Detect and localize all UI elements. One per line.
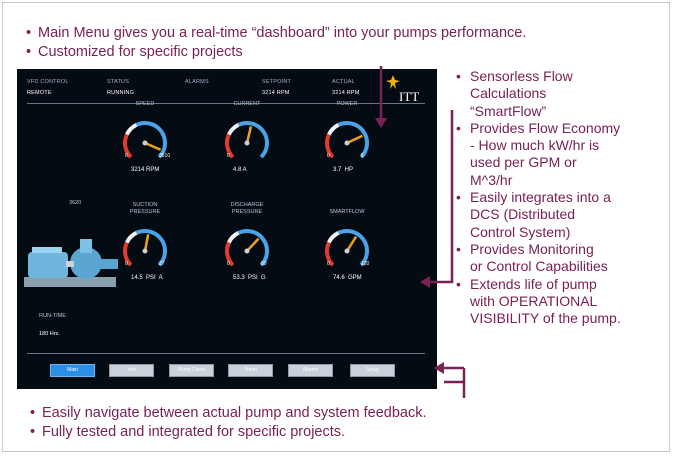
side-bullet-item: • Sensorless Flow Calculations “SmartFlow… — [456, 68, 668, 120]
side-bullet-text: Easily integrates into a DCS (Distribute… — [470, 189, 611, 240]
side-bullet-text: Sensorless Flow Calculations “SmartFlow” — [470, 68, 573, 119]
side-bullet-item: • Provides Flow Economy - How much kW/hr … — [456, 120, 668, 189]
side-bullet-list: • Sensorless Flow Calculations “SmartFlow… — [456, 68, 668, 327]
bullet-item: • Fully tested and integrated for specifi… — [30, 424, 346, 440]
bullet-text: Fully tested and integrated for specific… — [42, 424, 346, 440]
side-bullet-text: Extends life of pump with OPERATIONAL VI… — [470, 275, 621, 327]
bullet-text: Easily navigate between actual pump and … — [42, 405, 427, 421]
bottom-bullet-list: • Easily navigate between actual pump and… — [30, 404, 426, 442]
side-bullet-text: Provides Monitoring or Control Capabilit… — [470, 240, 608, 275]
side-bullet-item: • Provides Monitoring or Control Capabili… — [456, 241, 668, 276]
side-bullet-item: • Easily integrates into a DCS (Distribut… — [456, 189, 668, 241]
side-bullet-text: Provides Flow Economy - How much kW/hr i… — [470, 119, 621, 188]
side-bullet-item: • Extends life of pump with OPERATIONAL V… — [456, 276, 668, 328]
bullet-item: • Easily navigate between actual pump and… — [30, 405, 427, 421]
